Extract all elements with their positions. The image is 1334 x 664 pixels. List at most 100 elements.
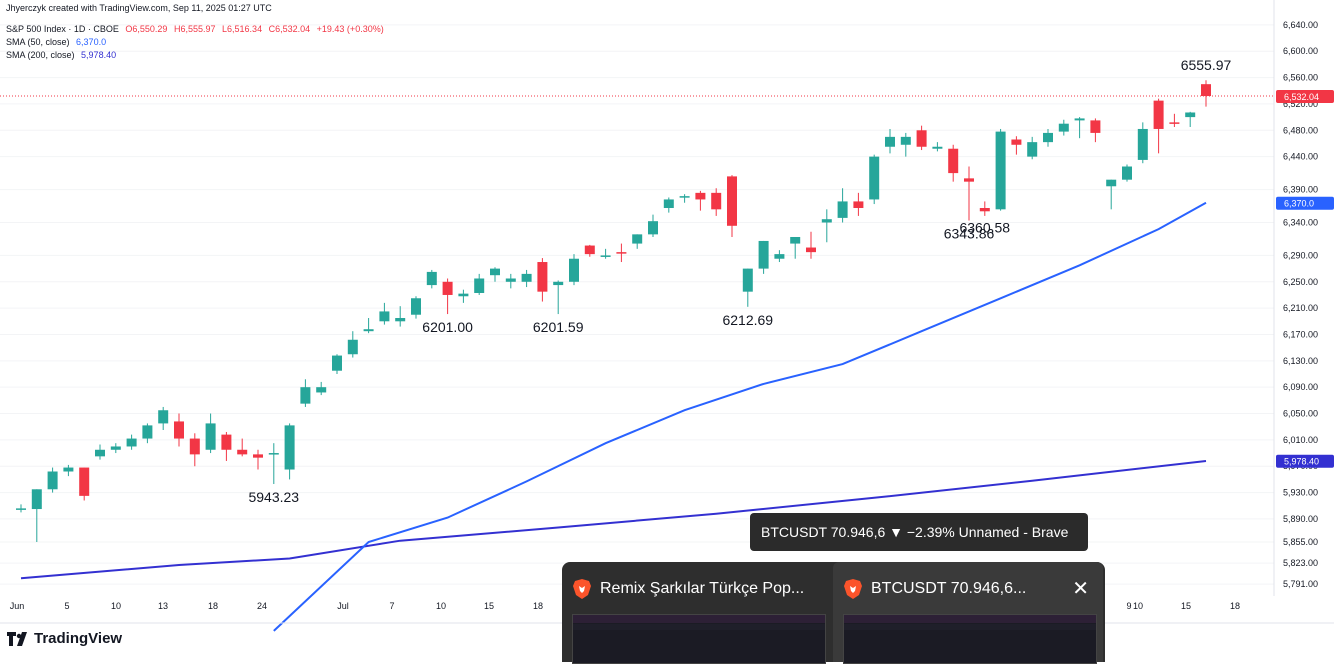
candle: [316, 381, 327, 396]
candle-body: [521, 273, 532, 282]
candle: [821, 209, 832, 243]
candle-body: [205, 423, 216, 450]
y-tick-label: 6,210.00: [1283, 303, 1318, 313]
candle-body: [932, 146, 943, 149]
y-tick-label: 5,855.00: [1283, 537, 1318, 547]
y-tick-label: 6,560.00: [1283, 73, 1318, 83]
candle-body: [695, 192, 706, 200]
tradingview-logo-text: TradingView: [34, 630, 123, 647]
candle-body: [268, 453, 279, 455]
candle-body: [916, 130, 927, 147]
candle-body: [363, 329, 374, 332]
change-value: +19.43 (+0.30%): [316, 24, 384, 34]
candle: [742, 268, 753, 307]
candle: [900, 132, 911, 157]
ohlc-legend: S&P 500 Index · 1D · CBOE O6,550.29 H6,5…: [6, 24, 388, 34]
thumbnail-remix-title: Remix Şarkılar Türkçe Pop...: [600, 580, 805, 597]
candle: [806, 231, 816, 259]
candle-body: [584, 245, 595, 255]
candle: [347, 331, 358, 358]
candle-body: [869, 156, 880, 200]
candle-body: [411, 298, 421, 315]
x-tick-label: 15: [484, 601, 494, 611]
taskbar-tooltip: BTCUSDT 70.946,6 ▼ −2.39% Unnamed - Brav…: [750, 513, 1088, 551]
candle: [1043, 128, 1053, 147]
candle-body: [442, 281, 453, 295]
candle: [979, 201, 990, 216]
price-annotation: 6555.97: [1181, 57, 1232, 73]
candle-body: [189, 438, 200, 455]
candle: [948, 144, 959, 182]
candle-body: [774, 254, 785, 259]
y-tick-label: 6,390.00: [1283, 185, 1318, 195]
candle-body: [948, 148, 959, 174]
thumbnail-remix[interactable]: Remix Şarkılar Türkçe Pop...: [562, 562, 832, 664]
candle-body: [790, 236, 801, 244]
sma200-tag-text: 5,978.40: [1284, 457, 1319, 467]
candle-body: [458, 293, 469, 297]
low-value: L6,516.34: [222, 24, 263, 34]
sma200-legend[interactable]: SMA (200, close) 5,978.40: [6, 50, 120, 60]
candle-body: [1058, 123, 1069, 132]
candle: [31, 489, 42, 542]
x-tick-label: Jun: [10, 601, 25, 611]
candle: [553, 280, 564, 315]
candle: [616, 243, 627, 263]
symbol-label[interactable]: S&P 500 Index · 1D · CBOE: [6, 24, 119, 34]
taskbar-thumbnail-popup: Remix Şarkılar Türkçe Pop... BTCUSDT 70.…: [562, 562, 1105, 664]
candle: [426, 269, 437, 289]
candle: [632, 234, 643, 249]
candle-body: [648, 221, 658, 235]
sma50-value: 6,370.0: [76, 37, 107, 47]
candle: [458, 289, 469, 303]
y-tick-label: 6,600.00: [1283, 46, 1318, 56]
tradingview-logo[interactable]: TradingView: [7, 630, 122, 647]
candle-body: [964, 178, 974, 182]
candle-body: [79, 467, 90, 496]
credit-text: Jhyerczyk created with TradingView.com, …: [6, 3, 272, 13]
x-tick-label: 18: [1230, 601, 1240, 611]
candle-body: [1122, 166, 1132, 180]
candle: [932, 142, 943, 152]
candle-body: [758, 240, 769, 269]
close-value: C6,532.04: [268, 24, 311, 34]
candle-body: [553, 281, 564, 286]
candle-body: [711, 192, 722, 210]
candle-body: [600, 255, 611, 257]
thumbnail-btcusdt-preview: [843, 614, 1097, 664]
x-tick-label: 9: [1126, 601, 1131, 611]
candle-body: [490, 268, 500, 276]
sma50-legend[interactable]: SMA (50, close) 6,370.0: [6, 37, 110, 47]
candle: [521, 269, 532, 288]
candle-body: [426, 271, 437, 286]
candle-body: [505, 278, 516, 282]
candle: [411, 296, 421, 319]
candle: [300, 379, 311, 407]
candle-body: [1153, 100, 1164, 129]
price-annotation: 6201.00: [422, 319, 473, 335]
x-tick-label: Jul: [337, 601, 349, 611]
y-tick-label: 6,170.00: [1283, 329, 1318, 339]
candle: [600, 248, 611, 259]
candle-body: [885, 136, 895, 147]
candle: [268, 443, 279, 485]
sma50-tag: 6,370.0: [1276, 196, 1334, 210]
candle-body: [569, 258, 579, 282]
candle-body: [1090, 120, 1101, 133]
brave-icon: [573, 579, 591, 599]
price-axis: 6,640.006,600.006,560.006,520.006,480.00…: [1273, 0, 1334, 596]
candle: [964, 166, 974, 221]
candle: [174, 413, 184, 447]
candle: [727, 175, 737, 237]
candle-body: [142, 425, 153, 439]
y-tick-label: 6,480.00: [1283, 125, 1318, 135]
price-annotation: 6201.59: [533, 319, 584, 335]
candle: [837, 188, 848, 223]
close-icon[interactable]: ✕: [1072, 576, 1089, 601]
brave-icon: [844, 579, 862, 599]
candle: [1201, 80, 1211, 107]
x-tick-label: 10: [1133, 601, 1143, 611]
thumbnail-btcusdt[interactable]: BTCUSDT 70.946,6... ✕: [833, 562, 1103, 664]
x-tick-label: 7: [389, 601, 394, 611]
y-tick-label: 6,130.00: [1283, 356, 1318, 366]
